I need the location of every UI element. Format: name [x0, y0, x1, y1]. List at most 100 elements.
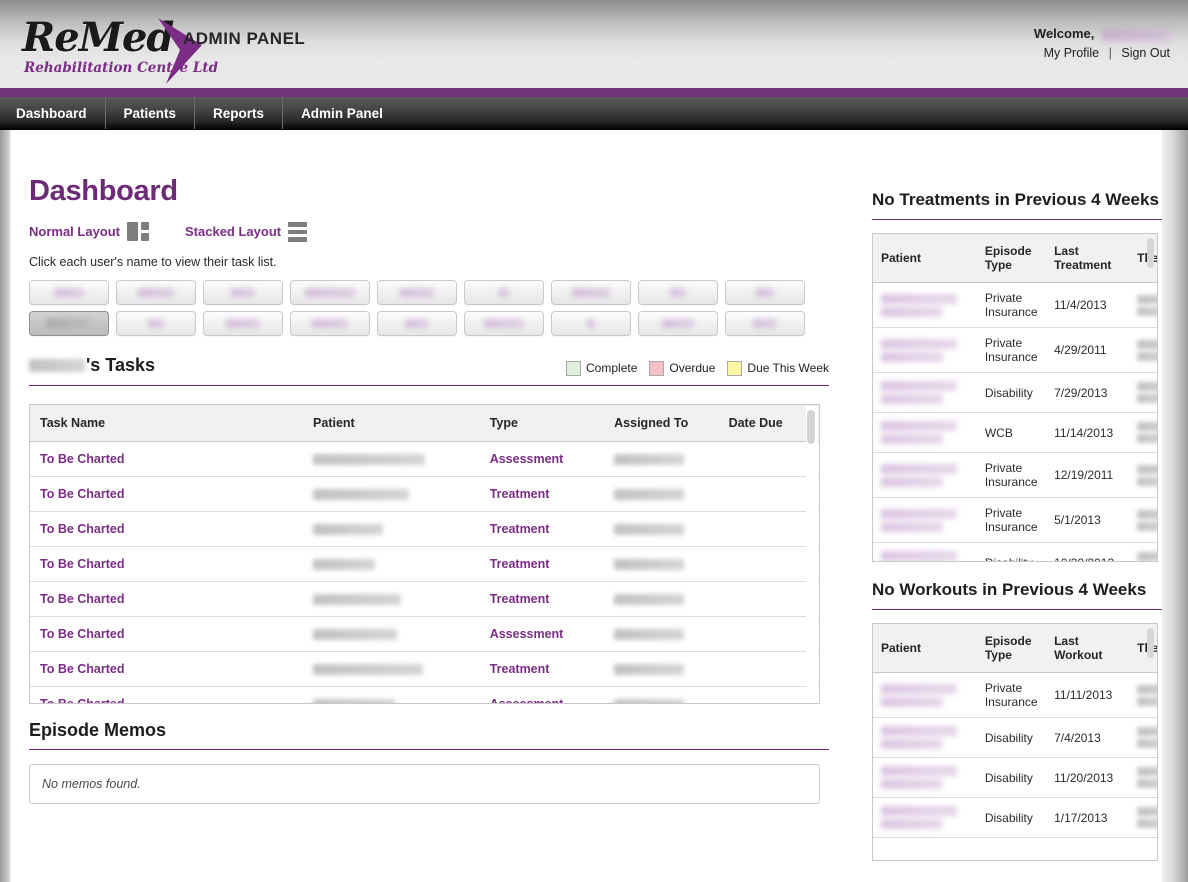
user-button[interactable] — [377, 279, 457, 305]
sidebar-table-row[interactable]: Disability 7/4/2013 — [873, 717, 1157, 758]
column-header-treat-episode-type[interactable]: Episode Type — [976, 234, 1047, 283]
user-button[interactable] — [551, 310, 631, 336]
user-button[interactable] — [638, 279, 718, 305]
task-type-link[interactable]: Treatment — [490, 592, 550, 606]
stacked-layout-toggle[interactable]: Stacked Layout — [185, 222, 308, 242]
therapist-name-redacted — [1137, 294, 1157, 304]
cell-patient — [873, 497, 977, 543]
user-button[interactable] — [725, 310, 805, 336]
column-header-treat-patient[interactable]: Patient — [873, 234, 977, 283]
user-button[interactable] — [29, 310, 109, 336]
column-header-last-treatment[interactable]: Last Treatment — [1046, 234, 1130, 283]
task-name-link[interactable]: To Be Charted — [40, 487, 125, 501]
my-profile-link[interactable]: My Profile — [1044, 46, 1100, 60]
user-button[interactable] — [464, 310, 544, 336]
task-table-row[interactable]: To Be Charted Assessment — [30, 686, 819, 703]
column-header-task-name[interactable]: Task Name — [30, 404, 304, 442]
sign-out-link[interactable]: Sign Out — [1121, 46, 1170, 60]
column-header-last-workout[interactable]: Last Workout — [1046, 624, 1130, 673]
column-header-assigned-to[interactable]: Assigned To — [604, 404, 719, 442]
cell-patient — [873, 797, 977, 838]
patient-name-redacted — [881, 421, 957, 431]
cell-episode-type: Private Insurance — [976, 497, 1047, 543]
sidebar-table-row[interactable]: Private Insurance 12/19/2011 — [873, 452, 1157, 498]
sidebar-table-row[interactable]: Disability 1/17/2013 — [873, 797, 1157, 838]
task-type-link[interactable]: Assessment — [490, 627, 564, 641]
sidebar-table-row[interactable]: Private Insurance 11/4/2013 — [873, 282, 1157, 328]
column-header-type[interactable]: Type — [479, 404, 605, 442]
sidebar-table-row[interactable]: Disability 7/29/2013 — [873, 372, 1157, 413]
task-name-link[interactable]: To Be Charted — [40, 592, 125, 606]
user-name-redacted — [753, 318, 777, 328]
sidebar-table-row[interactable]: Private Insurance 4/29/2011 — [873, 327, 1157, 373]
task-table-row[interactable]: To Be Charted Treatment — [30, 546, 819, 582]
task-name-link[interactable]: To Be Charted — [40, 627, 125, 641]
column-header-work-patient[interactable]: Patient — [873, 624, 977, 673]
task-name-link[interactable]: To Be Charted — [40, 452, 125, 466]
sidebar-table-row[interactable]: Private Insurance 5/1/2013 — [873, 497, 1157, 543]
no-treatments-title: No Treatments in Previous 4 Weeks — [872, 190, 1162, 220]
user-button[interactable] — [725, 279, 805, 305]
cell-therapist — [1129, 542, 1157, 561]
user-button[interactable] — [203, 310, 283, 336]
task-type-link[interactable]: Assessment — [490, 697, 564, 703]
normal-layout-toggle[interactable]: Normal Layout — [29, 222, 150, 242]
task-table-row[interactable]: To Be Charted Treatment — [30, 476, 819, 512]
patient-name-redacted-line2 — [881, 819, 943, 829]
task-name-link[interactable]: To Be Charted — [40, 697, 125, 703]
user-button[interactable] — [29, 279, 109, 305]
user-button[interactable] — [638, 310, 718, 336]
task-type-link[interactable]: Treatment — [490, 557, 550, 571]
user-button[interactable] — [290, 279, 370, 305]
patient-name-redacted — [881, 683, 957, 694]
patient-name-redacted — [881, 338, 957, 349]
task-table-row[interactable]: To Be Charted Treatment — [30, 651, 819, 687]
user-button[interactable] — [116, 279, 196, 305]
sidebar-table-row[interactable]: Disability 11/20/2013 — [873, 757, 1157, 798]
no-workouts-head: Patient Episode Type Last Workout Therap… — [873, 624, 1157, 673]
task-table-scroll-thumb[interactable] — [807, 409, 815, 444]
task-type-link[interactable]: Treatment — [490, 522, 550, 536]
task-table-row[interactable]: To Be Charted Treatment — [30, 581, 819, 617]
nav-item-patients[interactable]: Patients — [106, 97, 196, 129]
welcome-label: Welcome, — [1033, 26, 1095, 41]
nav-item-dashboard[interactable]: Dashboard — [0, 97, 106, 129]
sidebar-table-row[interactable]: WCB 11/14/2013 — [873, 412, 1157, 453]
task-table-row[interactable]: To Be Charted Assessment — [30, 441, 819, 477]
task-type-link[interactable]: Treatment — [490, 662, 550, 676]
patient-name-redacted — [313, 558, 376, 570]
nav-item-admin-panel[interactable]: Admin Panel — [283, 97, 401, 129]
column-header-work-episode-type[interactable]: Episode Type — [976, 624, 1047, 673]
user-button[interactable] — [377, 310, 457, 336]
user-button[interactable] — [464, 279, 544, 305]
cell-patient — [873, 372, 977, 413]
column-header-patient[interactable]: Patient — [303, 404, 480, 442]
no-workouts-scroll-thumb[interactable] — [1147, 628, 1154, 658]
nav-item-reports[interactable]: Reports — [195, 97, 284, 129]
user-button[interactable] — [290, 310, 370, 336]
sidebar-table-row[interactable]: Disability10/30/2013 — [873, 542, 1157, 561]
user-button[interactable] — [551, 279, 631, 305]
cell-date-due — [718, 476, 819, 512]
task-table-row[interactable]: To Be Charted Treatment — [30, 511, 819, 547]
current-user-name-redacted — [1102, 28, 1170, 41]
no-treatments-scroll-thumb[interactable] — [1147, 238, 1154, 268]
task-name-link[interactable]: To Be Charted — [40, 557, 125, 571]
task-table-scrollbar[interactable] — [806, 405, 818, 703]
no-workouts-header-row: Patient Episode Type Last Workout Therap… — [873, 624, 1157, 673]
stacked-layout-label: Stacked Layout — [185, 224, 282, 240]
task-table-row[interactable]: To Be Charted Assessment — [30, 616, 819, 652]
sidebar-table-row[interactable]: Private Insurance 11/11/2013 — [873, 672, 1157, 718]
user-name-redacted — [587, 318, 595, 328]
user-button[interactable] — [116, 310, 196, 336]
task-type-link[interactable]: Assessment — [490, 452, 564, 466]
cell-task-name: To Be Charted — [30, 511, 304, 547]
task-name-link[interactable]: To Be Charted — [40, 522, 125, 536]
therapist-name-redacted — [1137, 727, 1157, 736]
task-type-link[interactable]: Treatment — [490, 487, 550, 501]
assigned-to-redacted — [614, 523, 685, 535]
user-button[interactable] — [203, 279, 283, 305]
column-header-date-due[interactable]: Date Due — [718, 404, 819, 442]
cell-episode-type: Disability — [976, 717, 1047, 758]
task-name-link[interactable]: To Be Charted — [40, 662, 125, 676]
